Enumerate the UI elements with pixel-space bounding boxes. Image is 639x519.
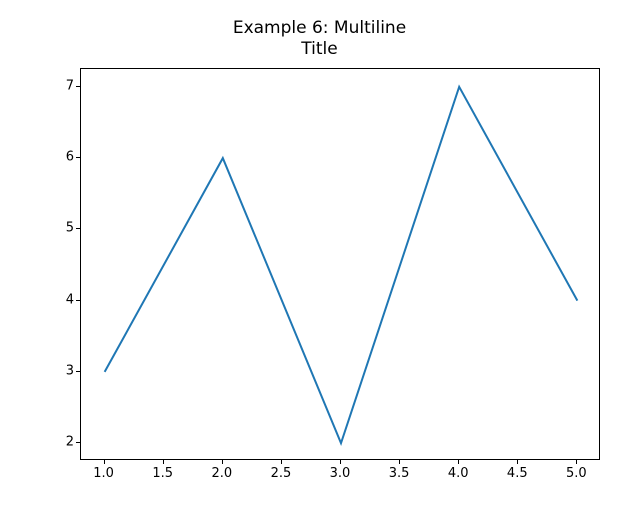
y-tick-mark	[76, 300, 80, 301]
y-tick-mark	[76, 228, 80, 229]
y-tick-mark	[76, 442, 80, 443]
x-tick-label: 4.0	[448, 466, 469, 481]
line-series-path	[105, 87, 578, 443]
y-tick-label: 6	[44, 150, 74, 165]
y-tick-label: 3	[44, 363, 74, 378]
x-tick-label: 2.0	[211, 466, 232, 481]
x-tick-mark	[458, 460, 459, 464]
x-tick-label: 1.5	[152, 466, 173, 481]
x-tick-label: 3.5	[389, 466, 410, 481]
x-tick-mark	[340, 460, 341, 464]
y-tick-mark	[76, 86, 80, 87]
x-tick-label: 4.5	[507, 466, 528, 481]
chart-title-line-1: Example 6: Multiline	[0, 18, 639, 39]
x-tick-mark	[163, 460, 164, 464]
line-series-svg	[81, 69, 601, 461]
chart-title: Example 6: Multiline Title	[0, 18, 639, 61]
chart-title-line-2: Title	[0, 39, 639, 60]
y-tick-label: 5	[44, 221, 74, 236]
y-tick-mark	[76, 371, 80, 372]
x-tick-mark	[576, 460, 577, 464]
y-tick-label: 7	[44, 78, 74, 93]
x-tick-mark	[222, 460, 223, 464]
y-tick-label: 2	[44, 435, 74, 450]
plot-area	[80, 68, 600, 460]
y-tick-mark	[76, 157, 80, 158]
x-tick-label: 3.0	[330, 466, 351, 481]
chart-container: Example 6: Multiline Title 2 3 4 5 6 7 1.0 1.5 2…	[0, 0, 639, 519]
x-tick-mark	[281, 460, 282, 464]
x-tick-label: 2.5	[271, 466, 292, 481]
x-tick-mark	[517, 460, 518, 464]
x-tick-label: 5.0	[566, 466, 587, 481]
x-tick-mark	[104, 460, 105, 464]
x-tick-mark	[399, 460, 400, 464]
x-tick-label: 1.0	[93, 466, 114, 481]
y-tick-label: 4	[44, 292, 74, 307]
